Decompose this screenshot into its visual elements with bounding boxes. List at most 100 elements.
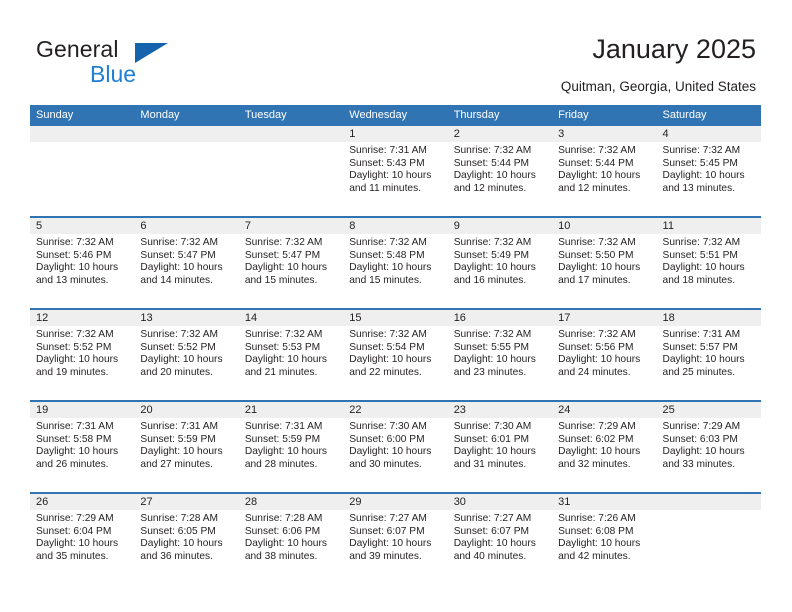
day-cell[interactable] (30, 142, 134, 216)
day-number[interactable]: 7 (239, 218, 343, 234)
day-cell[interactable]: Sunrise: 7:32 AM Sunset: 5:52 PM Dayligh… (134, 326, 238, 400)
day-number[interactable]: 20 (134, 402, 238, 418)
daylight-line-cont: and 13 minutes. (662, 183, 736, 195)
day-number[interactable]: 21 (239, 402, 343, 418)
day-cell[interactable]: Sunrise: 7:32 AM Sunset: 5:45 PM Dayligh… (657, 142, 761, 216)
day-number[interactable]: 19 (30, 402, 134, 418)
day-number[interactable]: 30 (448, 494, 552, 510)
day-number[interactable]: 6 (134, 218, 238, 234)
daylight-line-cont: and 30 minutes. (349, 459, 422, 471)
daylight-line: Daylight: 10 hours (349, 170, 432, 182)
day-number[interactable]: 18 (657, 310, 761, 326)
day-cell[interactable]: Sunrise: 7:30 AM Sunset: 6:00 PM Dayligh… (343, 418, 447, 492)
day-cell[interactable]: Sunrise: 7:29 AM Sunset: 6:04 PM Dayligh… (30, 510, 134, 584)
day-cell[interactable]: Sunrise: 7:29 AM Sunset: 6:03 PM Dayligh… (657, 418, 761, 492)
day-cell[interactable]: Sunrise: 7:27 AM Sunset: 6:07 PM Dayligh… (448, 510, 552, 584)
day-cell[interactable]: Sunrise: 7:32 AM Sunset: 5:54 PM Dayligh… (343, 326, 447, 400)
day-cell[interactable]: Sunrise: 7:26 AM Sunset: 6:08 PM Dayligh… (552, 510, 656, 584)
day-number[interactable]: 31 (552, 494, 656, 510)
day-cell[interactable]: Sunrise: 7:28 AM Sunset: 6:05 PM Dayligh… (134, 510, 238, 584)
day-cell[interactable]: Sunrise: 7:31 AM Sunset: 5:57 PM Dayligh… (657, 326, 761, 400)
sunrise-line: Sunrise: 7:30 AM (453, 421, 532, 432)
sunrise-line: Sunrise: 7:29 AM (36, 513, 114, 524)
calendar-week-row: 19 20 21 22 23 24 25 Sunrise: 7:31 AM Su… (30, 400, 761, 492)
day-number[interactable]: 24 (552, 402, 656, 418)
sunset-line: Sunset: 5:45 PM (662, 157, 738, 169)
day-number[interactable]: 9 (448, 218, 552, 234)
day-number[interactable]: 14 (239, 310, 343, 326)
day-cell[interactable] (239, 142, 343, 216)
daylight-line: Daylight: 10 hours (662, 262, 745, 274)
day-number[interactable]: 4 (657, 126, 761, 142)
day-number[interactable] (657, 494, 761, 510)
day-number[interactable]: 23 (448, 402, 552, 418)
sunset-line: Sunset: 6:07 PM (453, 525, 530, 537)
sunrise-line: Sunrise: 7:29 AM (558, 421, 636, 432)
day-cell[interactable]: Sunrise: 7:32 AM Sunset: 5:53 PM Dayligh… (239, 326, 343, 400)
day-number[interactable] (239, 126, 343, 142)
day-number[interactable]: 28 (239, 494, 343, 510)
sunrise-line: Sunrise: 7:27 AM (349, 513, 427, 524)
sunset-line: Sunset: 6:08 PM (558, 525, 634, 537)
day-cell[interactable]: Sunrise: 7:31 AM Sunset: 5:58 PM Dayligh… (30, 418, 134, 492)
sunset-line: Sunset: 5:59 PM (140, 433, 216, 445)
daylight-line-cont: and 12 minutes. (453, 183, 527, 195)
daylight-line-cont: and 39 minutes. (349, 551, 422, 563)
day-cell[interactable]: Sunrise: 7:32 AM Sunset: 5:51 PM Dayligh… (657, 234, 761, 308)
sunrise-line: Sunrise: 7:27 AM (453, 513, 532, 524)
day-number[interactable]: 1 (343, 126, 447, 142)
day-cell[interactable]: Sunrise: 7:32 AM Sunset: 5:50 PM Dayligh… (552, 234, 656, 308)
day-number[interactable]: 15 (343, 310, 447, 326)
day-cell[interactable]: Sunrise: 7:31 AM Sunset: 5:43 PM Dayligh… (343, 142, 447, 216)
day-cell[interactable]: Sunrise: 7:32 AM Sunset: 5:47 PM Dayligh… (134, 234, 238, 308)
day-number[interactable]: 10 (552, 218, 656, 234)
day-detail-band: Sunrise: 7:31 AM Sunset: 5:43 PM Dayligh… (30, 142, 761, 216)
day-number[interactable]: 13 (134, 310, 238, 326)
daylight-line: Daylight: 10 hours (662, 354, 745, 366)
day-number[interactable]: 16 (448, 310, 552, 326)
day-number[interactable]: 12 (30, 310, 134, 326)
sunset-line: Sunset: 5:56 PM (558, 341, 634, 353)
day-number[interactable]: 8 (343, 218, 447, 234)
day-number[interactable]: 17 (552, 310, 656, 326)
day-cell[interactable]: Sunrise: 7:32 AM Sunset: 5:47 PM Dayligh… (239, 234, 343, 308)
sunrise-line: Sunrise: 7:32 AM (453, 329, 532, 340)
day-number[interactable]: 2 (448, 126, 552, 142)
daylight-line: Daylight: 10 hours (244, 262, 327, 274)
day-cell[interactable]: Sunrise: 7:27 AM Sunset: 6:07 PM Dayligh… (343, 510, 447, 584)
day-number[interactable]: 5 (30, 218, 134, 234)
day-number[interactable]: 22 (343, 402, 447, 418)
day-number[interactable]: 11 (657, 218, 761, 234)
day-detail-band: Sunrise: 7:32 AM Sunset: 5:46 PM Dayligh… (30, 234, 761, 308)
day-cell[interactable] (657, 510, 761, 584)
day-cell[interactable]: Sunrise: 7:32 AM Sunset: 5:48 PM Dayligh… (343, 234, 447, 308)
day-cell[interactable]: Sunrise: 7:32 AM Sunset: 5:44 PM Dayligh… (552, 142, 656, 216)
day-cell[interactable]: Sunrise: 7:28 AM Sunset: 6:06 PM Dayligh… (239, 510, 343, 584)
day-number[interactable]: 3 (552, 126, 656, 142)
day-cell[interactable]: Sunrise: 7:32 AM Sunset: 5:55 PM Dayligh… (448, 326, 552, 400)
general-blue-logo[interactable]: General Blue (36, 36, 266, 92)
day-cell[interactable]: Sunrise: 7:30 AM Sunset: 6:01 PM Dayligh… (448, 418, 552, 492)
day-number[interactable]: 27 (134, 494, 238, 510)
day-number[interactable]: 26 (30, 494, 134, 510)
day-cell[interactable]: Sunrise: 7:32 AM Sunset: 5:46 PM Dayligh… (30, 234, 134, 308)
day-cell[interactable]: Sunrise: 7:29 AM Sunset: 6:02 PM Dayligh… (552, 418, 656, 492)
day-cell[interactable]: Sunrise: 7:32 AM Sunset: 5:49 PM Dayligh… (448, 234, 552, 308)
daylight-line-cont: and 20 minutes. (140, 367, 213, 379)
day-number[interactable]: 25 (657, 402, 761, 418)
day-cell[interactable]: Sunrise: 7:31 AM Sunset: 5:59 PM Dayligh… (239, 418, 343, 492)
day-cell[interactable]: Sunrise: 7:32 AM Sunset: 5:56 PM Dayligh… (552, 326, 656, 400)
weekday-header-row: Sunday Monday Tuesday Wednesday Thursday… (30, 105, 761, 126)
sunrise-line: Sunrise: 7:32 AM (453, 237, 532, 248)
day-cell[interactable]: Sunrise: 7:32 AM Sunset: 5:44 PM Dayligh… (448, 142, 552, 216)
day-number[interactable] (134, 126, 238, 142)
day-cell[interactable]: Sunrise: 7:31 AM Sunset: 5:59 PM Dayligh… (134, 418, 238, 492)
day-cell[interactable]: Sunrise: 7:32 AM Sunset: 5:52 PM Dayligh… (30, 326, 134, 400)
sunrise-line: Sunrise: 7:32 AM (662, 237, 741, 248)
daylight-line-cont: and 17 minutes. (558, 275, 631, 287)
day-cell[interactable] (134, 142, 238, 216)
day-number[interactable] (30, 126, 134, 142)
sunset-line: Sunset: 6:01 PM (453, 433, 530, 445)
day-number[interactable]: 29 (343, 494, 447, 510)
daylight-line: Daylight: 10 hours (558, 170, 641, 182)
